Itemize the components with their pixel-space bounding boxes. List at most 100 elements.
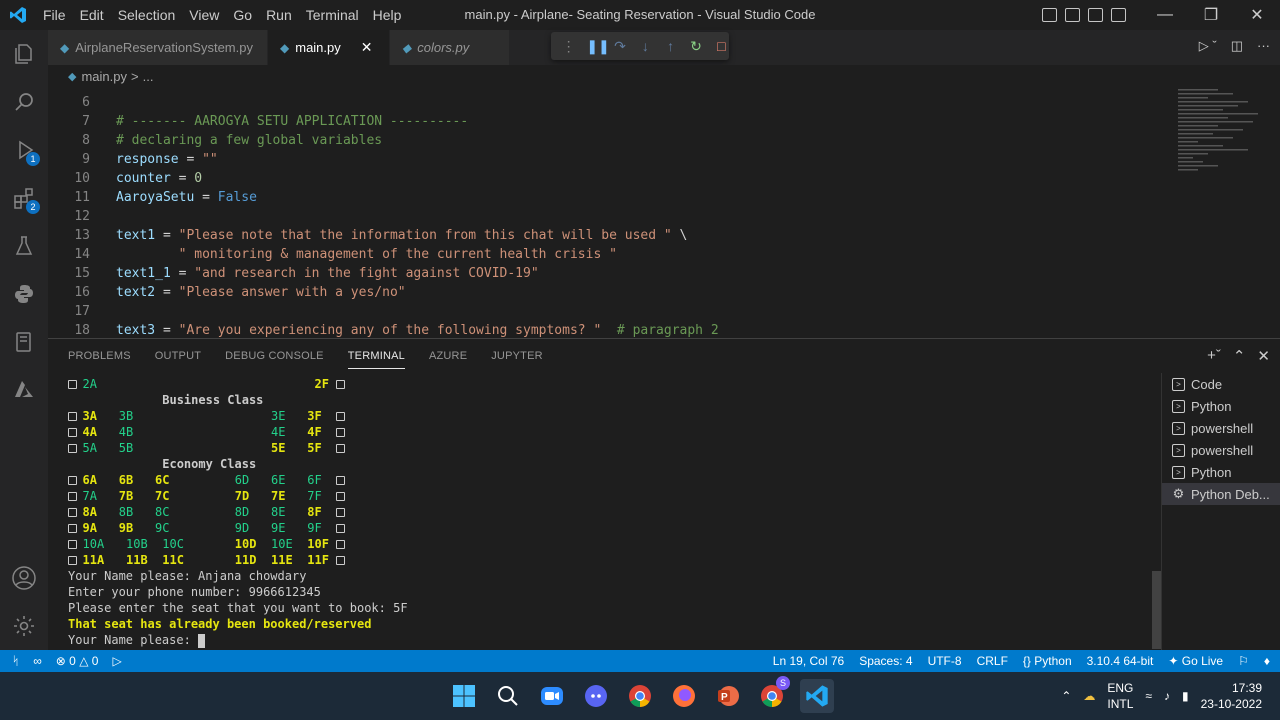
menu-selection[interactable]: Selection [111, 0, 183, 30]
code-text: " monitoring & management of the current… [116, 245, 617, 264]
split-editor-icon[interactable]: ◫ [1231, 38, 1243, 54]
powerpoint-icon[interactable]: P [712, 680, 744, 712]
drag-handle-icon[interactable]: ⋮ [561, 38, 576, 55]
breadcrumb-more[interactable]: ... [143, 69, 154, 84]
breadcrumb-file[interactable]: main.py [81, 69, 127, 84]
menu-run[interactable]: Run [259, 0, 299, 30]
accounts-icon[interactable] [0, 554, 48, 602]
run-python-file-icon[interactable]: ▷ ˇ [1199, 38, 1217, 54]
tab-debug-console[interactable]: DEBUG CONSOLE [225, 339, 324, 374]
minimize-button[interactable]: — [1142, 0, 1188, 30]
extensions-icon[interactable]: 2 [0, 174, 48, 222]
seat-label: 10D [234, 537, 257, 551]
explorer-icon[interactable] [0, 30, 48, 78]
customize-layout-icon[interactable] [1111, 8, 1126, 22]
restore-button[interactable]: ❐ [1188, 0, 1234, 30]
cursor-position[interactable]: Ln 19, Col 76 [773, 654, 844, 668]
windows-start-icon[interactable] [448, 680, 480, 712]
menu-view[interactable]: View [182, 0, 226, 30]
seat-label: 2A [82, 377, 97, 391]
tab-main-py[interactable]: ◆ main.py ✕ [268, 30, 390, 65]
chrome-icon[interactable] [624, 680, 656, 712]
debug-indicator-icon[interactable]: ▷ [112, 654, 121, 668]
language-mode[interactable]: {} Python [1023, 654, 1072, 668]
menu-help[interactable]: Help [366, 0, 409, 30]
clock-date: 23-10-2022 [1200, 697, 1262, 711]
toggle-panel-icon[interactable] [1065, 8, 1080, 22]
notifications-bell-icon[interactable]: ♦ [1264, 654, 1270, 668]
python-icon[interactable] [0, 270, 48, 318]
checkbox-glyph [336, 492, 346, 501]
close-window-button[interactable]: ✕ [1234, 0, 1280, 30]
feedback-icon[interactable]: ⚐ [1238, 654, 1249, 668]
terminal-instance[interactable]: > Code [1162, 373, 1280, 395]
tab-airplane-reservation-system[interactable]: ◆ AirplaneReservationSystem.py [48, 30, 268, 65]
line-ending[interactable]: CRLF [977, 654, 1008, 668]
terminal-instance[interactable]: > powershell [1162, 439, 1280, 461]
pause-icon[interactable]: ❚❚ [586, 38, 609, 55]
terminal-instance[interactable]: > Python [1162, 395, 1280, 417]
line-number: 18 [74, 323, 90, 338]
battery-icon[interactable]: ▮ [1182, 689, 1189, 703]
tab-problems[interactable]: PROBLEMS [68, 339, 131, 374]
tab-colors-py[interactable]: ◆ colors.py [390, 30, 510, 65]
indentation[interactable]: Spaces: 4 [859, 654, 912, 668]
step-over-icon[interactable]: ↷ [612, 38, 627, 55]
chrome-profile-icon[interactable]: S [756, 676, 790, 712]
maximize-panel-icon[interactable]: ⌃ [1233, 347, 1246, 365]
live-share-icon[interactable]: ∞ [33, 654, 42, 668]
tab-terminal[interactable]: TERMINAL [347, 339, 405, 369]
show-hidden-icons-icon[interactable]: ⌃ [1061, 689, 1071, 703]
volume-icon[interactable]: ♪ [1164, 689, 1170, 703]
more-actions-icon[interactable]: ··· [1257, 38, 1270, 54]
new-terminal-icon[interactable]: +ˇ [1207, 347, 1221, 365]
checkbox-glyph [336, 444, 346, 453]
zoom-icon[interactable] [536, 680, 568, 712]
settings-gear-icon[interactable] [0, 602, 48, 650]
search-taskbar-icon[interactable] [492, 680, 524, 712]
go-live-label: Go Live [1181, 654, 1224, 668]
problems-indicator[interactable]: ⊗ 0 △ 0 [56, 654, 99, 668]
vscode-taskbar-icon[interactable] [800, 679, 834, 713]
terminal-output[interactable]: 2A 2F Business Class 3A 3B 3E 3F 4A 4B 4E 4F 5A 5B 5E… [68, 376, 1148, 651]
minimap[interactable] [1178, 87, 1268, 177]
close-panel-icon[interactable]: ✕ [1257, 347, 1270, 365]
clock[interactable]: 17:39 23-10-2022 [1201, 680, 1262, 712]
tab-label: AirplaneReservationSystem.py [75, 40, 253, 55]
remote-indicator-icon[interactable]: ᛋ [12, 654, 19, 668]
wifi-icon[interactable]: ≈ [1145, 689, 1152, 703]
python-interpreter[interactable]: 3.10.4 64-bit [1087, 654, 1154, 668]
menu-edit[interactable]: Edit [73, 0, 111, 30]
run-debug-icon[interactable]: 1 [0, 126, 48, 174]
remote-explorer-icon[interactable] [0, 318, 48, 366]
tab-output[interactable]: OUTPUT [155, 339, 201, 374]
go-live-button[interactable]: ✦ Go Live [1168, 654, 1223, 668]
azure-icon[interactable] [0, 366, 48, 414]
python-file-icon: ◆ [60, 40, 70, 55]
terminal-instance[interactable]: > Python [1162, 461, 1280, 483]
restart-icon[interactable]: ↻ [688, 38, 703, 55]
toggle-sidebar-icon[interactable] [1042, 8, 1057, 22]
seat-checkbox [68, 552, 77, 568]
tab-azure[interactable]: AZURE [429, 339, 467, 374]
code-editor[interactable]: 6 7 # ------- AAROGYA SETU APPLICATION ---… [48, 87, 1280, 338]
discord-icon[interactable] [580, 680, 612, 712]
stop-icon[interactable]: □ [714, 38, 729, 54]
onedrive-icon[interactable]: ☁ [1083, 689, 1095, 703]
close-tab-icon[interactable]: ✕ [361, 39, 373, 56]
menu-file[interactable]: File [36, 0, 73, 30]
step-into-icon[interactable]: ↓ [638, 38, 653, 54]
search-icon[interactable] [0, 78, 48, 126]
step-out-icon[interactable]: ↑ [663, 38, 678, 54]
firefox-icon[interactable] [668, 680, 700, 712]
menu-terminal[interactable]: Terminal [299, 0, 366, 30]
testing-icon[interactable] [0, 222, 48, 270]
language-indicator[interactable]: ENG INTL [1107, 680, 1133, 712]
terminal-instance[interactable]: ⚙ Python Deb... [1162, 483, 1280, 505]
encoding[interactable]: UTF-8 [928, 654, 962, 668]
toggle-secondary-sidebar-icon[interactable] [1088, 8, 1103, 22]
checkbox-glyph [336, 524, 346, 533]
terminal-instance[interactable]: > powershell [1162, 417, 1280, 439]
menu-go[interactable]: Go [226, 0, 259, 30]
tab-jupyter[interactable]: JUPYTER [491, 339, 543, 374]
